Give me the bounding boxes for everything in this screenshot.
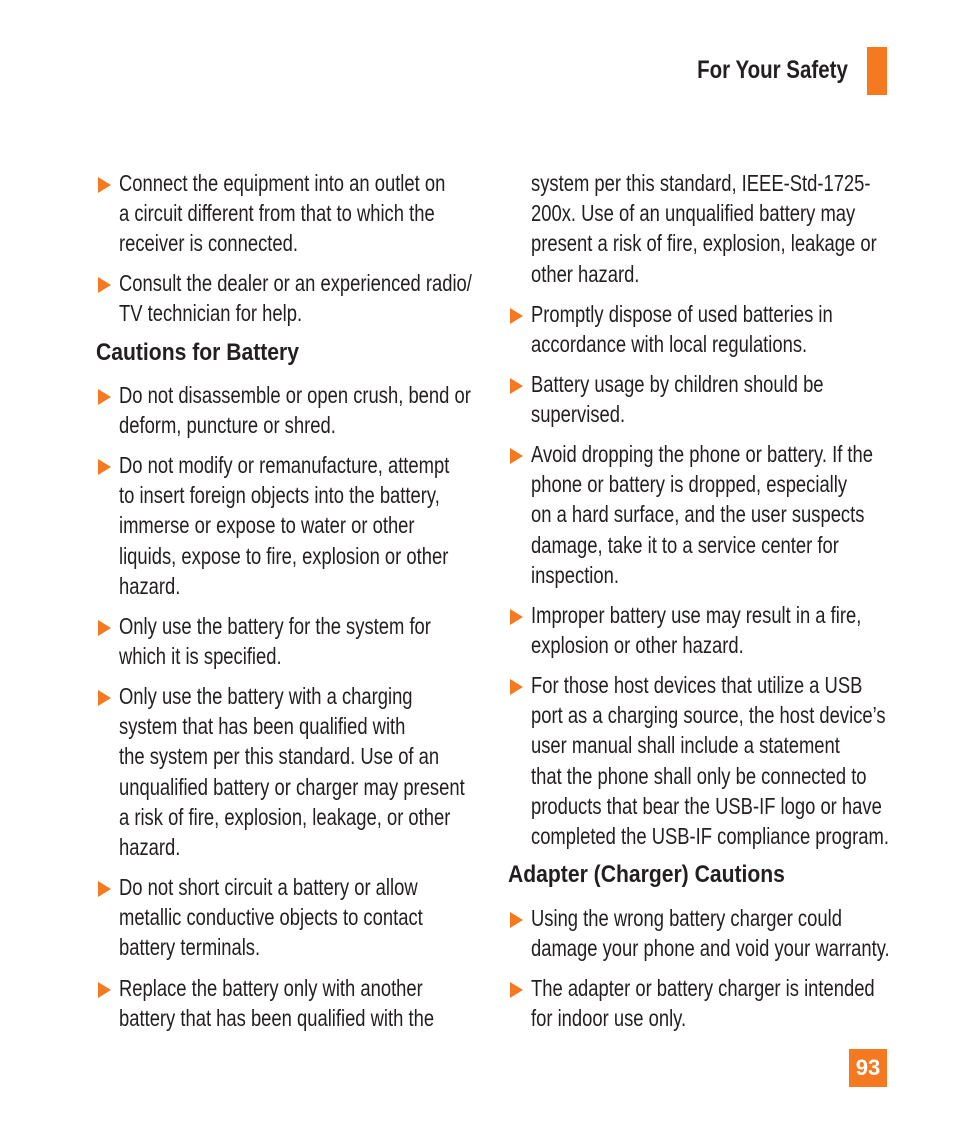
text-line: user manual shall include a statement	[531, 732, 840, 759]
text-line: other hazard.	[531, 260, 640, 287]
text-line: Battery usage by children should be	[531, 371, 824, 397]
text-line: system per this standard, IEEE-Std-1725-	[531, 170, 871, 196]
text-line: phone or battery is dropped, especially	[531, 471, 848, 498]
text-line: port as a charging source, the host devi…	[531, 702, 886, 729]
bullet-arrow-icon	[510, 982, 523, 998]
bullet-arrow-icon	[98, 690, 111, 706]
text-line: the system per this standard. Use of an	[119, 743, 440, 770]
text-line: inspection.	[531, 561, 619, 588]
text-line: that the phone shall only be connected t…	[531, 762, 867, 789]
bullet-arrow-icon	[98, 459, 111, 475]
section-tab-marker	[867, 47, 887, 95]
text-line: supervised.	[531, 401, 626, 428]
bullet-arrow-icon	[98, 277, 111, 293]
text-line: immerse or expose to water or other	[119, 512, 415, 539]
text-line: Improper battery use may result in a fir…	[531, 602, 862, 628]
text-line: hazard.	[119, 834, 181, 860]
bullet-arrow-icon	[98, 881, 111, 897]
text-line: Avoid dropping the phone or battery. If …	[531, 441, 873, 467]
text-line: which it is specified.	[119, 643, 282, 670]
text-line: products that bear the USB-IF logo or ha…	[531, 792, 882, 819]
bullet-arrow-icon	[510, 912, 523, 928]
section-title: For Your Safety	[697, 56, 848, 84]
text-line: Consult the dealer or an experienced rad…	[119, 270, 472, 296]
text-line: The adapter or battery charger is intend…	[531, 975, 875, 1001]
section-heading: Cautions for Battery	[96, 339, 300, 366]
section-heading: Adapter (Charger) Cautions	[508, 861, 785, 888]
text-line: for indoor use only.	[531, 1005, 687, 1032]
text-line: Using the wrong battery charger could	[531, 905, 842, 931]
text-line: a circuit different from that to which t…	[119, 200, 435, 227]
bullet-arrow-icon	[98, 389, 111, 405]
bullet-arrow-icon	[98, 982, 111, 998]
bullet-arrow-icon	[510, 448, 523, 464]
text-line: Replace the battery only with another	[119, 975, 423, 1001]
bullet-arrow-icon	[510, 308, 523, 324]
bullet-arrow-icon	[98, 620, 111, 636]
text-line: damage, take it to a service center for	[531, 531, 839, 558]
bullet-arrow-icon	[510, 609, 523, 625]
text-line: Do not short circuit a battery or allow	[119, 874, 418, 900]
text-line: Connect the equipment into an outlet on	[119, 170, 446, 196]
text-line: battery terminals.	[119, 934, 261, 961]
text-line: receiver is connected.	[119, 230, 298, 257]
text-line: TV technician for help.	[119, 300, 303, 327]
text-line: Do not disassemble or open crush, bend o…	[119, 382, 471, 408]
text-line: to insert foreign objects into the batte…	[119, 482, 440, 509]
text-line: 200x. Use of an unqualified battery may	[531, 200, 856, 227]
text-line: a risk of fire, explosion, leakage, or o…	[119, 803, 451, 830]
text-line: battery that has been qualified with the	[119, 1005, 435, 1032]
bullet-arrow-icon	[98, 177, 111, 193]
text-line: Only use the battery with a charging	[119, 683, 413, 709]
bullet-arrow-icon	[510, 679, 523, 695]
text-line: unqualified battery or charger may prese…	[119, 773, 465, 800]
text-line: system that has been qualified with	[119, 713, 406, 740]
text-line: explosion or other hazard.	[531, 632, 744, 659]
bullet-arrow-icon	[510, 378, 523, 394]
text-line: Only use the battery for the system for	[119, 613, 431, 639]
page-number: 93	[849, 1049, 887, 1087]
text-line: For those host devices that utilize a US…	[531, 672, 863, 698]
text-line: accordance with local regulations.	[531, 331, 808, 358]
text-line: deform, puncture or shred.	[119, 412, 336, 439]
text-line: damage your phone and void your warranty…	[531, 935, 890, 962]
text-line: metallic conductive objects to contact	[119, 904, 423, 931]
text-line: present a risk of fire, explosion, leaka…	[531, 230, 877, 257]
text-line: completed the USB-IF compliance program.	[531, 823, 889, 849]
text-line: hazard.	[119, 572, 181, 599]
text-line: liquids, expose to fire, explosion or ot…	[119, 542, 449, 569]
text-line: Do not modify or remanufacture, attempt	[119, 452, 450, 478]
text-line: Promptly dispose of used batteries in	[531, 301, 833, 327]
text-line: on a hard surface, and the user suspects	[531, 501, 865, 528]
